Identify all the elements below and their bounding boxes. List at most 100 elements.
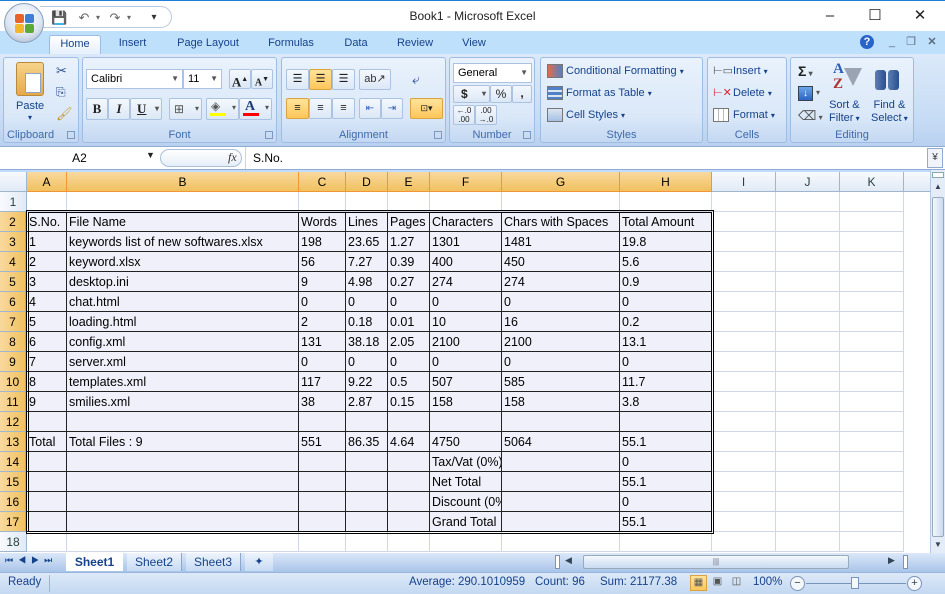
sheet-tab-sheet2[interactable]: Sheet2	[127, 553, 182, 571]
shrink-font-button[interactable]: A▼	[251, 69, 273, 89]
table-cell[interactable]	[776, 352, 840, 372]
vertical-scrollbar[interactable]: ▲ ▼	[930, 170, 945, 553]
table-cell[interactable]	[712, 472, 776, 492]
table-cell[interactable]: 2.05	[388, 332, 430, 352]
expand-formula-bar-icon[interactable]: ¥	[927, 148, 943, 168]
table-header-cell[interactable]: Chars with Spaces	[502, 212, 620, 232]
table-cell[interactable]: keyword.xlsx	[67, 252, 299, 272]
table-cell[interactable]	[620, 532, 712, 552]
percent-button[interactable]: %	[490, 85, 512, 103]
table-cell[interactable]	[620, 192, 712, 212]
number-launcher-icon[interactable]	[523, 131, 531, 139]
table-cell[interactable]	[776, 372, 840, 392]
help-icon[interactable]: ?	[860, 35, 874, 49]
column-header-d[interactable]: D	[346, 172, 388, 192]
table-cell[interactable]	[840, 212, 904, 232]
find-select-button[interactable]: Find & Select ▾	[871, 99, 908, 125]
merge-center-button[interactable]: ⊡▾	[410, 98, 443, 119]
table-cell[interactable]: 0.18	[346, 312, 388, 332]
table-cell[interactable]	[840, 432, 904, 452]
close-button[interactable]: ✕	[900, 5, 940, 27]
orientation-button[interactable]: ab↗	[359, 69, 391, 90]
table-cell[interactable]: 55.1	[620, 512, 712, 532]
page-layout-view-button[interactable]: ▣	[709, 575, 726, 591]
tab-home[interactable]: Home	[49, 35, 101, 54]
table-cell[interactable]: 0.27	[388, 272, 430, 292]
zoom-out-icon[interactable]: −	[790, 576, 805, 591]
workbook-restore-button[interactable]: ❐	[903, 34, 919, 50]
table-cell[interactable]	[712, 332, 776, 352]
table-cell[interactable]: 8	[27, 372, 67, 392]
row-header[interactable]: 13	[0, 432, 27, 452]
font-size-combo[interactable]: 11 ▼	[183, 69, 222, 89]
row-header[interactable]: 18	[0, 532, 27, 552]
table-cell[interactable]	[712, 412, 776, 432]
table-cell[interactable]	[712, 352, 776, 372]
table-cell[interactable]	[299, 492, 346, 512]
table-cell[interactable]: config.xml	[67, 332, 299, 352]
table-cell[interactable]	[712, 252, 776, 272]
table-cell[interactable]	[776, 292, 840, 312]
table-cell[interactable]	[27, 532, 67, 552]
table-cell[interactable]: 38	[299, 392, 346, 412]
table-cell[interactable]: templates.xml	[67, 372, 299, 392]
table-cell[interactable]	[776, 232, 840, 252]
table-cell[interactable]: 13.1	[620, 332, 712, 352]
table-cell[interactable]: 7.27	[346, 252, 388, 272]
table-cell[interactable]: 38.18	[346, 332, 388, 352]
table-cell[interactable]	[776, 512, 840, 532]
table-cell[interactable]: 198	[299, 232, 346, 252]
table-cell[interactable]	[712, 432, 776, 452]
table-cell[interactable]	[346, 472, 388, 492]
table-header-cell[interactable]: Total Amount	[620, 212, 712, 232]
name-box-dropdown-icon[interactable]: ▼	[146, 150, 155, 160]
table-cell[interactable]: 4750	[430, 432, 502, 452]
workbook-close-button[interactable]: ✕	[924, 34, 940, 50]
table-cell[interactable]	[388, 192, 430, 212]
split-box-handle-horizontal[interactable]	[903, 555, 908, 569]
align-left-button[interactable]: ≡	[286, 98, 309, 119]
table-cell[interactable]	[776, 312, 840, 332]
table-cell[interactable]: 0.01	[388, 312, 430, 332]
table-cell[interactable]: 4.98	[346, 272, 388, 292]
table-cell[interactable]	[840, 252, 904, 272]
table-cell[interactable]	[776, 212, 840, 232]
increase-decimal-button[interactable]: ←.0 .00	[453, 105, 475, 125]
table-cell[interactable]	[776, 532, 840, 552]
table-cell[interactable]: server.xml	[67, 352, 299, 372]
format-cells-button[interactable]: Format ▾	[733, 109, 775, 121]
tab-view[interactable]: View	[452, 35, 496, 54]
row-header[interactable]: 10	[0, 372, 27, 392]
split-box-handle[interactable]	[932, 172, 944, 178]
table-cell[interactable]	[712, 392, 776, 412]
font-name-combo[interactable]: Calibri ▼	[86, 69, 183, 89]
table-cell[interactable]	[430, 532, 502, 552]
table-cell[interactable]: Tax/Vat (0%) +	[430, 452, 502, 472]
table-cell[interactable]	[712, 312, 776, 332]
table-cell[interactable]: 0	[346, 352, 388, 372]
table-cell[interactable]	[502, 532, 620, 552]
table-cell[interactable]	[776, 452, 840, 472]
format-painter-icon[interactable]: 🖌	[56, 106, 73, 122]
table-cell[interactable]	[388, 492, 430, 512]
table-cell[interactable]	[388, 532, 430, 552]
grow-font-button[interactable]: A▲	[229, 69, 251, 89]
table-cell[interactable]	[840, 392, 904, 412]
table-cell[interactable]	[346, 192, 388, 212]
table-cell[interactable]: 117	[299, 372, 346, 392]
sheet-tab-sheet1[interactable]: Sheet1	[66, 553, 123, 571]
row-header[interactable]: 12	[0, 412, 27, 432]
sheet-tab-sheet3[interactable]: Sheet3	[186, 553, 241, 571]
table-cell[interactable]	[27, 452, 67, 472]
table-cell[interactable]: 3	[27, 272, 67, 292]
table-cell[interactable]: 16	[502, 312, 620, 332]
table-cell[interactable]: 2100	[430, 332, 502, 352]
table-cell[interactable]: 0	[430, 292, 502, 312]
table-cell[interactable]	[430, 192, 502, 212]
table-cell[interactable]: 0.39	[388, 252, 430, 272]
row-header[interactable]: 9	[0, 352, 27, 372]
fill-icon[interactable]: ↓	[798, 86, 813, 101]
comma-button[interactable]: ,	[512, 85, 532, 103]
insert-function-icon[interactable]: fx	[228, 150, 237, 165]
next-sheet-icon[interactable]: ▶	[31, 555, 44, 565]
